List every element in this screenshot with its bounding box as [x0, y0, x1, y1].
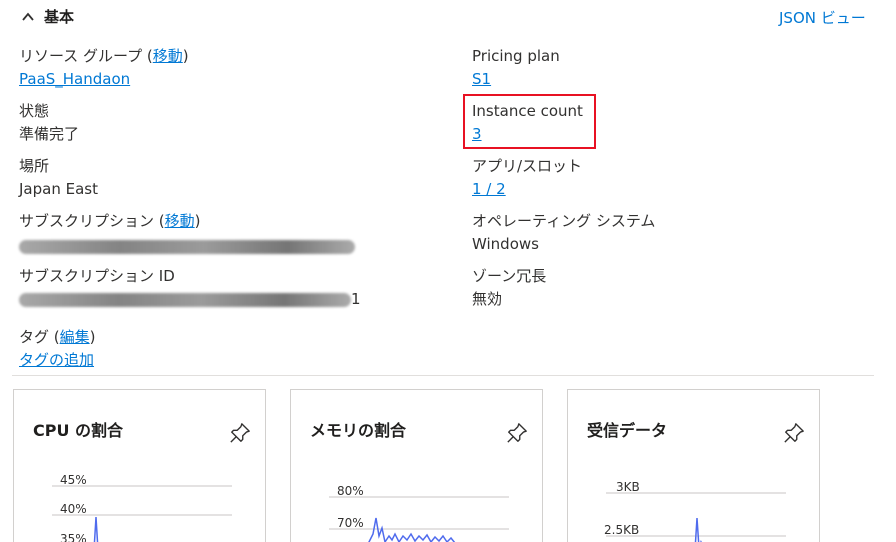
location-label: 場所 [19, 157, 50, 175]
resource-group-property: リソース グループ (移動) PaaS_Handaon [19, 47, 189, 90]
os-label: オペレーティング システム [472, 212, 656, 230]
section-header[interactable]: 基本 [22, 6, 74, 27]
card-title: 受信データ [587, 421, 668, 440]
pricing-plan-property: Pricing plan S1 [472, 46, 560, 90]
card-title: CPU の割合 [33, 421, 124, 440]
zone-redundancy-label: ゾーン冗長 [472, 267, 547, 285]
pin-icon[interactable] [783, 422, 805, 444]
incoming-series-line [694, 517, 702, 542]
status-value: 準備完了 [19, 125, 80, 143]
os-value: Windows [472, 235, 539, 253]
resource-group-move-link[interactable]: 移動 [153, 47, 183, 65]
resource-group-label: リソース グループ ( [19, 47, 153, 65]
memory-chart: 80% 70% [329, 484, 509, 542]
tick-label: 80% [337, 484, 364, 498]
tags-property: タグ (編集) タグの追加 [19, 328, 96, 371]
tick-label: 70% [337, 516, 364, 530]
section-divider [12, 375, 874, 376]
tick-label: 2.5KB [604, 523, 639, 537]
tick-label: 40% [60, 502, 87, 516]
incoming-data-chart: 3KB 2.5KB [604, 480, 786, 542]
subscription-id-redacted [19, 292, 351, 307]
cpu-chart: 45% 40% 35% [52, 473, 232, 542]
status-property: 状態 準備完了 [19, 101, 79, 145]
chevron-up-icon[interactable] [22, 11, 34, 23]
incoming-data-chart-card[interactable]: 3KB 2.5KB 受信データ [567, 389, 820, 542]
resource-group-value[interactable]: PaaS_Handaon [19, 68, 189, 90]
subscription-id-property: サブスクリプション ID 1 [19, 266, 361, 310]
zone-redundancy-property: ゾーン冗長 無効 [472, 266, 546, 310]
cpu-chart-card[interactable]: 45% 40% 35% CPU の割合 [13, 389, 266, 542]
add-tag-link[interactable]: タグの追加 [19, 349, 96, 371]
subscription-id-tail: 1 [351, 290, 361, 308]
status-label: 状態 [19, 102, 50, 120]
tick-label: 35% [60, 532, 87, 542]
tags-label: タグ ( [19, 328, 60, 346]
location-property: 場所 Japan East [19, 156, 98, 200]
cpu-series-line [93, 516, 99, 542]
memory-series-line [368, 517, 456, 542]
instance-count-highlight [463, 94, 596, 149]
tags-edit-link[interactable]: 編集 [60, 328, 90, 346]
pin-icon[interactable] [506, 422, 528, 444]
apps-slots-property: アプリ/スロット 1 / 2 [472, 156, 582, 200]
location-value: Japan East [19, 180, 98, 198]
section-title: 基本 [44, 8, 75, 26]
tick-label: 3KB [616, 480, 640, 494]
memory-chart-card[interactable]: 80% 70% メモリの割合 [290, 389, 543, 542]
apps-slots-label: アプリ/スロット [472, 157, 583, 175]
json-view-link[interactable]: JSON ビュー [779, 7, 866, 28]
subscription-label: サブスクリプション ( [19, 212, 165, 230]
pricing-plan-label: Pricing plan [472, 47, 560, 65]
os-property: オペレーティング システム Windows [472, 211, 655, 255]
subscription-move-link[interactable]: 移動 [165, 212, 195, 230]
subscription-id-label: サブスクリプション ID [19, 267, 175, 285]
pin-icon[interactable] [229, 422, 251, 444]
tick-label: 45% [60, 473, 87, 487]
subscription-value-redacted[interactable] [19, 239, 355, 254]
card-title: メモリの割合 [310, 421, 407, 440]
pricing-plan-value[interactable]: S1 [472, 68, 560, 90]
subscription-property: サブスクリプション (移動) [19, 211, 355, 255]
apps-slots-value[interactable]: 1 / 2 [472, 178, 582, 200]
zone-redundancy-value: 無効 [472, 290, 503, 308]
